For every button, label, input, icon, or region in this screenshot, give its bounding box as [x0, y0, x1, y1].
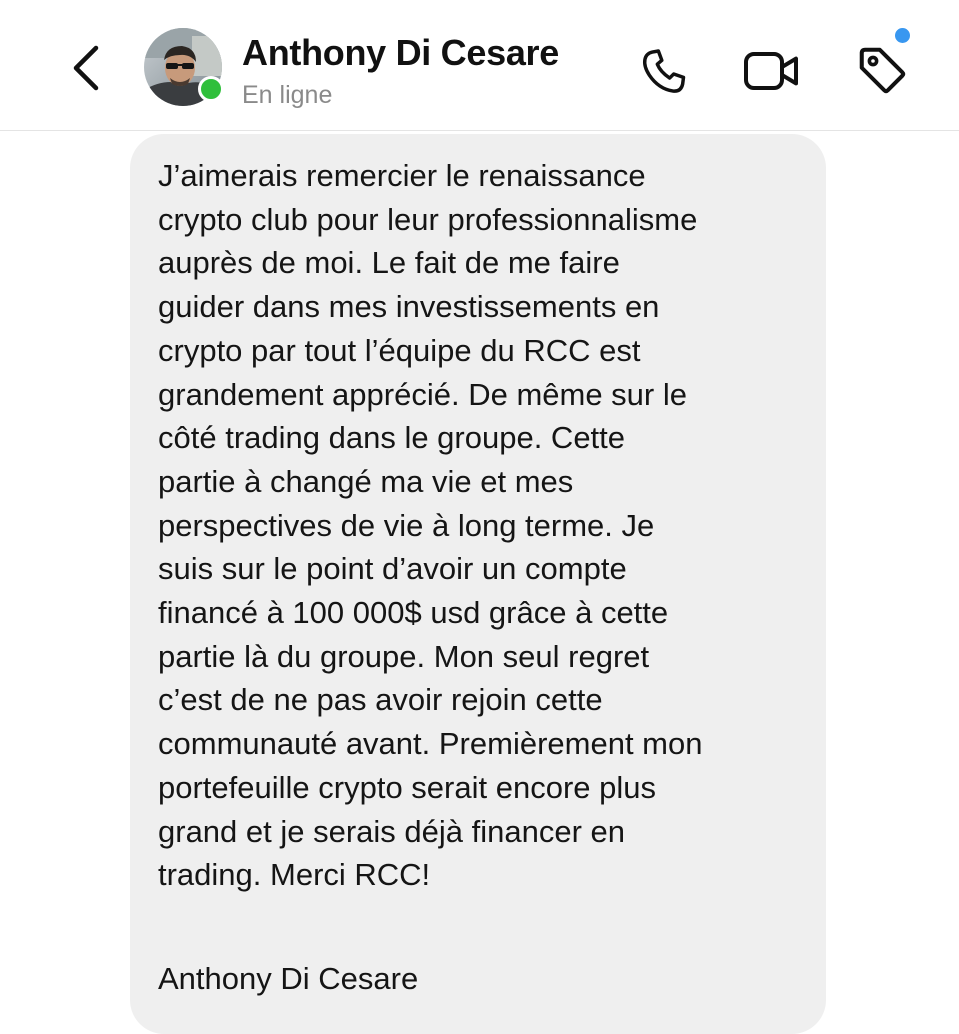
message-line: auprès de moi. Le fait de me faire	[158, 245, 620, 281]
message-line: J’aimerais remercier le renaissance	[158, 158, 646, 193]
message-text: J’aimerais remercier le renaissance crypt…	[158, 154, 802, 897]
message-line: côté trading dans le groupe. Cette	[158, 420, 626, 456]
message-line: suis sur le point d’avoir un compte	[158, 551, 627, 587]
message-line: crypto club pour leur professionnalisme	[158, 201, 698, 237]
message-bubble[interactable]: J’aimerais remercier le renaissance crypt…	[130, 134, 826, 1034]
online-status-dot	[198, 76, 224, 102]
message-line: crypto par tout l’équipe du RCC est	[158, 332, 641, 368]
online-status-label: En ligne	[242, 81, 333, 109]
tag-icon	[859, 47, 906, 94]
phone-icon	[642, 49, 686, 93]
label-conversation-button[interactable]	[852, 28, 912, 100]
chat-header: Anthony Di Cesare En ligne	[0, 0, 959, 131]
message-signature: Anthony Di Cesare	[158, 961, 419, 996]
back-button[interactable]	[62, 42, 110, 94]
chevron-left-icon	[73, 45, 99, 91]
message-line: trading. Merci RCC!	[158, 857, 431, 893]
contact-avatar[interactable]	[144, 28, 224, 106]
message-line: c’est de ne pas avoir rejoin cette	[158, 682, 603, 718]
video-camera-icon	[744, 52, 798, 90]
message-line: financé à 100 000$ usd grâce à cette	[158, 595, 669, 631]
notification-badge	[895, 28, 910, 43]
audio-call-button[interactable]	[636, 44, 692, 100]
message-line: grandement apprécié. De même sur le	[158, 376, 687, 412]
video-call-button[interactable]	[742, 44, 802, 98]
message-line: grand et je serais déjà financer en	[158, 813, 626, 849]
message-line: partie à changé ma vie et mes	[158, 463, 574, 499]
message-line: perspectives de vie à long terme. Je	[158, 507, 655, 543]
message-line: portefeuille crypto serait encore plus	[158, 769, 656, 805]
message-line: communauté avant. Premièrement mon	[158, 726, 703, 762]
message-line: guider dans mes investissements en	[158, 289, 660, 325]
contact-name[interactable]: Anthony Di Cesare	[242, 32, 559, 74]
message-line: partie là du groupe. Mon seul regret	[158, 638, 650, 674]
